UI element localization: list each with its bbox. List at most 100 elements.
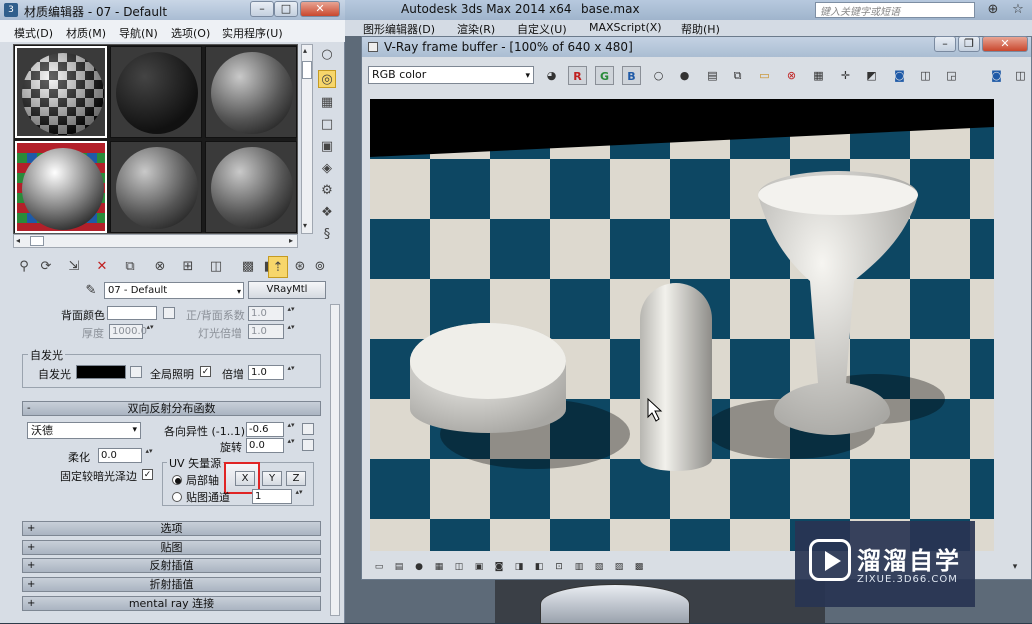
vfb-close-button[interactable]: ✕	[982, 36, 1028, 52]
open-folder-icon[interactable]: ▭	[755, 66, 774, 85]
load-image-icon[interactable]: ⧉	[728, 66, 747, 85]
info-icon[interactable]: ●	[412, 560, 426, 574]
menu-graph-editors[interactable]: 图形编辑器(D)	[363, 21, 435, 37]
alpha-channel-icon[interactable]: ○	[649, 66, 668, 85]
scroll-thumb[interactable]	[302, 61, 312, 79]
gi-checkbox[interactable]: ✓	[200, 366, 211, 377]
spinner-icon[interactable]: ▴▾	[286, 422, 296, 437]
maximize-button[interactable]: □	[274, 1, 298, 17]
spinner-icon[interactable]: ▴▾	[145, 324, 155, 339]
anisotropy-field[interactable]: -0.6	[246, 422, 284, 437]
vfb-minimize-button[interactable]: –	[934, 36, 956, 52]
show-corrections-icon[interactable]: ◫	[916, 66, 935, 85]
status-icon[interactable]: ▦	[432, 560, 446, 574]
back-color-map-button[interactable]	[163, 307, 175, 319]
rollout-mental-ray[interactable]: + mental ray 连接	[22, 596, 321, 611]
binoculars-icon[interactable]: ⊕	[985, 2, 1001, 18]
back-color-swatch[interactable]	[107, 306, 157, 320]
mono-channel-icon[interactable]: ●	[675, 66, 694, 85]
dropdown-icon[interactable]: ▾	[237, 284, 241, 299]
star-icon[interactable]: ☆	[1010, 2, 1026, 18]
status-icon[interactable]: ◙	[492, 560, 506, 574]
sample-slot[interactable]	[110, 141, 202, 233]
settings-icon[interactable]: ◙	[987, 66, 1006, 85]
rollout-options[interactable]: + 选项	[22, 521, 321, 536]
menu-help[interactable]: 帮助(H)	[681, 21, 720, 37]
sample-slot-checker[interactable]	[15, 46, 107, 138]
spinner-icon[interactable]: ▴▾	[286, 306, 296, 321]
menu-maxscript[interactable]: MAXScript(X)	[589, 21, 662, 34]
slots-vertical-scrollbar[interactable]: ▴ ▾	[301, 44, 313, 234]
clear-image-icon[interactable]: ⊗	[782, 66, 801, 85]
menu-options[interactable]: 选项(O)	[171, 25, 210, 41]
eyedropper-icon[interactable]: ✎	[82, 282, 100, 300]
duplicate-to-max-icon[interactable]: ▦	[809, 66, 828, 85]
spinner-icon[interactable]: ▴▾	[294, 489, 304, 504]
rollout-reflect-interp[interactable]: + 反射插值	[22, 558, 321, 573]
put-to-scene-icon[interactable]: ⟳	[36, 256, 56, 278]
make-unique-icon[interactable]: ⊗	[150, 256, 170, 278]
scroll-down-icon[interactable]: ▾	[303, 221, 307, 230]
sample-slot[interactable]	[110, 46, 202, 138]
axis-z-button[interactable]: Z	[286, 471, 306, 486]
spinner-icon[interactable]: ▴▾	[286, 365, 296, 380]
status-icon[interactable]: ▥	[572, 560, 586, 574]
pixel-info-icon[interactable]: ◲	[942, 66, 961, 85]
rollout-maps[interactable]: + 贴图	[22, 540, 321, 555]
rotation-map-button[interactable]	[302, 439, 314, 451]
rendered-image[interactable]	[370, 99, 994, 551]
pick-material-icon[interactable]: ⊚	[310, 256, 330, 278]
status-icon[interactable]: ▤	[392, 560, 406, 574]
status-icon[interactable]: ⊡	[552, 560, 566, 574]
blue-channel-button[interactable]: B	[622, 66, 641, 85]
select-by-material-icon[interactable]: ❖	[318, 204, 336, 222]
brdf-type-select[interactable]: 沃德 ▾	[27, 422, 141, 439]
material-map-navigator-icon[interactable]: §	[318, 226, 336, 244]
color-wheel-icon[interactable]: ◕	[542, 66, 561, 85]
menu-material[interactable]: 材质(M)	[66, 25, 106, 41]
spinner-icon[interactable]: ▴▾	[286, 438, 296, 453]
get-material-icon[interactable]: ⚲	[14, 256, 34, 278]
sample-uv-tiling-icon[interactable]: □	[318, 116, 336, 134]
backlight-icon[interactable]: ◎	[318, 70, 336, 88]
thickness-field[interactable]: 1000.0	[109, 324, 147, 339]
slots-horizontal-scrollbar[interactable]: ◂ ▸	[13, 234, 298, 248]
axis-x-button[interactable]: X	[235, 471, 255, 486]
fix-dark-edges-checkbox[interactable]: ✓	[142, 469, 153, 480]
scroll-thumb[interactable]	[30, 236, 44, 246]
track-mouse-icon[interactable]: ✛	[836, 66, 855, 85]
local-axis-radio[interactable]	[172, 475, 182, 485]
spinner-icon[interactable]: ▴▾	[144, 448, 154, 463]
status-icon[interactable]: ◫	[452, 560, 466, 574]
put-to-library-icon[interactable]: ⊞	[178, 256, 198, 278]
vfb-restore-button[interactable]: ❐	[958, 36, 980, 52]
soften-field[interactable]: 0.0	[98, 448, 142, 463]
status-icon[interactable]: ▣	[472, 560, 486, 574]
minimize-button[interactable]: –	[250, 1, 274, 17]
status-icon[interactable]: ▨	[612, 560, 626, 574]
spinner-icon[interactable]: ▴▾	[286, 324, 296, 339]
rollout-refract-interp[interactable]: + 折射插值	[22, 577, 321, 592]
go-to-parent-icon[interactable]: ⇡	[268, 256, 288, 278]
self-illum-swatch[interactable]	[76, 365, 126, 379]
status-icon[interactable]: ◧	[532, 560, 546, 574]
sample-slot-active[interactable]	[15, 141, 107, 233]
material-name-field[interactable]: 07 - Default ▾	[104, 282, 244, 299]
map-channel-field[interactable]: 1	[252, 489, 292, 504]
make-preview-icon[interactable]: ◈	[318, 160, 336, 178]
show-shaded-map-icon[interactable]: ▩	[238, 256, 258, 278]
anisotropy-map-button[interactable]	[302, 423, 314, 435]
make-copy-icon[interactable]: ⧉	[120, 256, 140, 278]
close-button[interactable]: ✕	[300, 1, 340, 17]
green-channel-button[interactable]: G	[595, 66, 614, 85]
region-render-icon[interactable]: ◩	[862, 66, 881, 85]
render-last-icon[interactable]: ◙	[890, 66, 909, 85]
red-channel-button[interactable]: R	[568, 66, 587, 85]
save-image-icon[interactable]: ▤	[703, 66, 722, 85]
multiplier-field[interactable]: 1.0	[248, 365, 284, 380]
video-color-check-icon[interactable]: ▣	[318, 138, 336, 156]
channel-select[interactable]: RGB color ▾	[368, 66, 534, 84]
sample-slot[interactable]	[205, 46, 297, 138]
status-icon[interactable]: ▩	[632, 560, 646, 574]
status-icon[interactable]: ▭	[372, 560, 386, 574]
